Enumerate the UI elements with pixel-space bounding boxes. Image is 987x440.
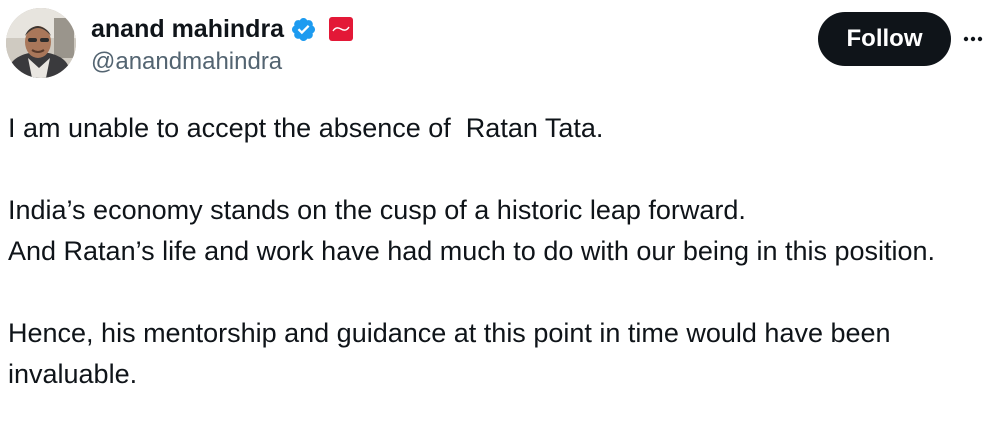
tweet-paragraph: Hence, his mentorship and guidance at th… (8, 318, 899, 389)
tweet-paragraph: India’s economy stands on the cusp of a … (8, 195, 936, 266)
tweet-header: anand mahindra @anandmahindra Follow (0, 0, 987, 90)
verified-badge-icon[interactable] (290, 16, 317, 43)
tweet-text: I am unable to accept the absence of Rat… (8, 108, 983, 395)
follow-button[interactable]: Follow (818, 12, 951, 66)
name-row: anand mahindra (91, 12, 354, 46)
user-handle[interactable]: @anandmahindra (91, 48, 282, 76)
avatar[interactable] (6, 8, 76, 78)
more-options-icon[interactable] (962, 24, 987, 54)
mahindra-logo-badge-icon[interactable] (329, 17, 354, 41)
tweet-paragraph: I am unable to accept the absence of Rat… (8, 113, 604, 143)
avatar-photo (6, 8, 76, 78)
display-name[interactable]: anand mahindra (91, 15, 284, 44)
